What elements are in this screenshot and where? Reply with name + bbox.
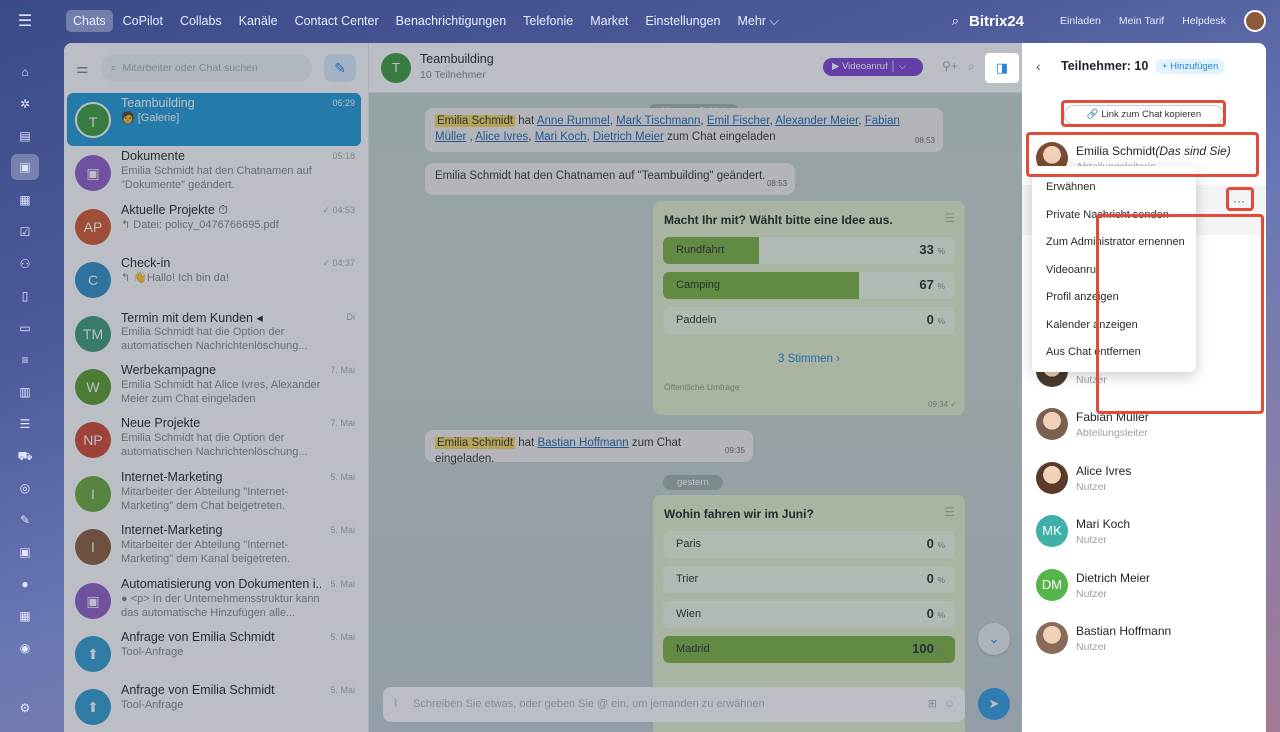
si-icon[interactable]: ● (17, 576, 33, 592)
top-bar: ☰ Chats CoPilot Collabs Kanäle Contact C… (0, 0, 1280, 42)
drive-icon[interactable]: ▭ (17, 320, 33, 336)
back-icon[interactable]: ‹ (1036, 58, 1041, 74)
highlight-copy-link (1061, 100, 1226, 127)
menu-icon[interactable]: ☰ (0, 11, 50, 31)
invite-link[interactable]: Einladen (1060, 15, 1101, 27)
nav-collabs[interactable]: Collabs (173, 10, 229, 32)
member-role: Nutzer (1076, 588, 1107, 600)
planner-icon[interactable]: ▦ (17, 608, 33, 624)
nav-einstellungen[interactable]: Einstellungen (638, 10, 727, 32)
panel-title: Teilnehmer: 10 (1061, 59, 1149, 73)
copilot-icon[interactable]: ✲ (17, 96, 33, 112)
highlight-context-menu (1096, 214, 1264, 414)
nav-benachrichtigungen[interactable]: Benachrichtigungen (389, 10, 514, 32)
nav-kanaele[interactable]: Kanäle (232, 10, 285, 32)
nav-contact-center[interactable]: Contact Center (288, 10, 386, 32)
settings-icon[interactable]: ⚙ (17, 700, 33, 716)
member-item[interactable]: DM Dietrich Meier Nutzer (1022, 560, 1266, 610)
tariff-link[interactable]: Mein Tarif (1119, 15, 1164, 27)
top-nav: Chats CoPilot Collabs Kanäle Contact Cen… (66, 10, 789, 33)
edit-doc-icon[interactable]: ✎ (17, 512, 33, 528)
filter-icon[interactable]: ≡ (17, 352, 33, 368)
target-icon[interactable]: ◎ (17, 480, 33, 496)
member-name-text: Dietrich Meier (1076, 571, 1151, 585)
cart-icon[interactable]: ⛟ (17, 448, 33, 464)
home-icon[interactable]: ⌂ (17, 64, 33, 80)
member-role: Nutzer (1076, 534, 1107, 546)
analytics-icon[interactable]: ▥ (17, 384, 33, 400)
member-name: Bastian Hoffmann (1076, 624, 1171, 638)
highlight-self-member (1026, 132, 1259, 177)
member-item[interactable]: MK Mari Koch Nutzer (1022, 506, 1266, 556)
tasks-icon[interactable]: ☑ (17, 224, 33, 240)
member-name-text: Bastian Hoffmann (1076, 624, 1172, 638)
chat-icon[interactable]: ▣ (11, 154, 39, 180)
nav-telefonie[interactable]: Telefonie (516, 10, 580, 32)
search-icon[interactable]: ⌕ (952, 13, 959, 29)
member-role: Nutzer (1076, 481, 1107, 493)
member-role: Nutzer (1076, 641, 1107, 653)
menu-item-video-call[interactable]: Videoanruf (1046, 264, 1099, 276)
overlay-dim (64, 43, 1022, 732)
crm-icon[interactable]: ☰ (17, 416, 33, 432)
member-item[interactable]: Alice Ivres Nutzer (1022, 453, 1266, 503)
member-avatar (1036, 408, 1068, 440)
left-sidebar: ⌂ ✲ ▤ ▣ ▦ ☑ ⚇ ▯ ▭ ≡ ▥ ☰ ⛟ ◎ ✎ ▣ ● ▦ ◉ ⚙ (0, 42, 50, 732)
member-role: Abteilungsleiter (1076, 427, 1148, 439)
nav-chats[interactable]: Chats (66, 10, 113, 32)
nav-market[interactable]: Market (583, 10, 635, 32)
nav-copilot[interactable]: CoPilot (116, 10, 170, 32)
add-member-button[interactable]: + Hinzufügen (1155, 59, 1226, 74)
sidebar-panel-icon: ◨ (995, 60, 1009, 75)
nav-mehr[interactable]: Mehr ⌵ (730, 10, 785, 33)
store-icon[interactable]: ◉ (17, 640, 33, 656)
member-avatar: MK (1036, 515, 1068, 547)
brand-logo[interactable]: Bitrix24 (969, 13, 1024, 30)
member-avatar (1036, 462, 1068, 494)
documents-icon[interactable]: ▯ (17, 288, 33, 304)
menu-item-mention[interactable]: Erwähnen (1046, 181, 1096, 193)
feed-icon[interactable]: ▤ (17, 128, 33, 144)
user-avatar[interactable] (1244, 10, 1266, 32)
calendar-icon[interactable]: ▦ (17, 192, 33, 208)
panel-header: ‹ Teilnehmer: 10 + Hinzufügen (1022, 43, 1266, 91)
member-name: Mari Koch (1076, 517, 1130, 531)
highlight-more-button (1226, 187, 1254, 211)
member-name-text: Mari Koch (1076, 517, 1131, 531)
top-right: ⌕ Bitrix24 Einladen Mein Tarif Helpdesk (952, 0, 1266, 42)
panel-toggle-button[interactable]: ◨ (985, 53, 1019, 83)
groups-icon[interactable]: ⚇ (17, 256, 33, 272)
member-name-text: Alice Ivres (1076, 464, 1132, 478)
member-name: Alice Ivres (1076, 464, 1131, 478)
member-name: Dietrich Meier (1076, 571, 1150, 585)
member-avatar: DM (1036, 569, 1068, 601)
id-card-icon[interactable]: ▣ (17, 544, 33, 560)
helpdesk-link[interactable]: Helpdesk (1182, 15, 1226, 27)
member-avatar (1036, 622, 1068, 654)
member-item[interactable]: Bastian Hoffmann Nutzer (1022, 613, 1266, 663)
